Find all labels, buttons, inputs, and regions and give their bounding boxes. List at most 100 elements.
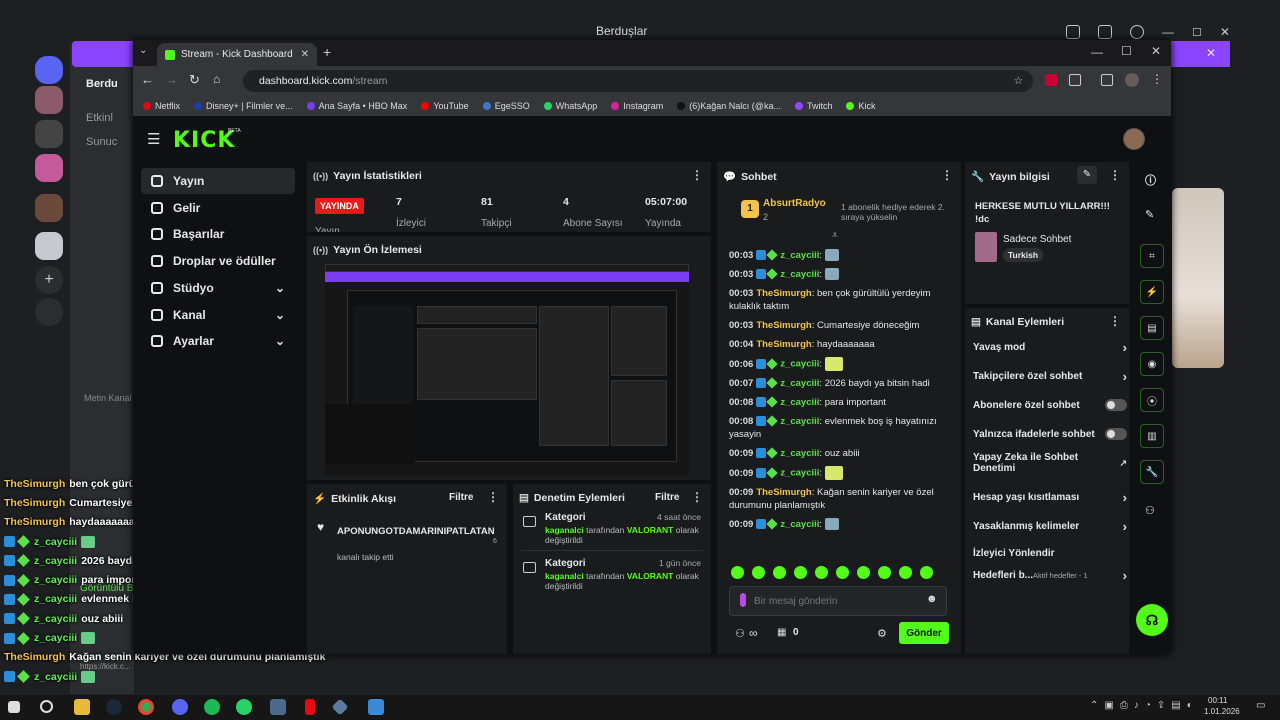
chat-message-input[interactable] xyxy=(754,591,924,611)
mod-filter-button[interactable]: Filtre xyxy=(655,492,679,503)
windows-start-icon[interactable] xyxy=(8,701,20,713)
chat-message[interactable]: 00:03 z_cayciii: xyxy=(729,265,953,284)
server-folder-icon[interactable] xyxy=(35,232,63,260)
bookmark-item[interactable]: Instagram xyxy=(611,101,663,111)
whatsapp-icon[interactable] xyxy=(236,699,252,715)
app-icon[interactable] xyxy=(331,698,349,716)
quick-emote-icon[interactable] xyxy=(815,566,828,579)
taskbar-date[interactable]: 1.01.2026 xyxy=(1204,707,1240,716)
server-folder-icon[interactable] xyxy=(35,154,63,182)
edit-pencil-icon[interactable]: ✎ xyxy=(1145,208,1154,221)
notification-icon[interactable]: ▭ xyxy=(1256,700,1265,711)
home-icon[interactable]: ⌂ xyxy=(213,72,220,86)
chat-username[interactable]: z_cayciii xyxy=(780,468,819,479)
channel-action-item[interactable]: Yasaklanmış kelimeler › xyxy=(973,517,1127,535)
info-icon[interactable]: ⓘ xyxy=(1145,172,1156,188)
bookmark-item[interactable]: Ana Sayfa • HBO Max xyxy=(306,101,407,111)
close-icon[interactable]: ✕ xyxy=(1206,46,1216,60)
bookmark-item[interactable]: Netflix xyxy=(143,101,180,111)
file-explorer-icon[interactable] xyxy=(74,699,90,715)
server-icon[interactable] xyxy=(35,86,63,114)
minimize-icon[interactable]: — xyxy=(1091,45,1103,59)
chat-username[interactable]: z_cayciii xyxy=(780,416,819,427)
channel-action-item[interactable]: Takipçilere özel sohbet › xyxy=(973,367,1127,385)
support-headset-icon[interactable]: ☊ xyxy=(1136,604,1168,636)
new-tab-icon[interactable]: + xyxy=(323,44,331,60)
app-icon[interactable] xyxy=(270,699,286,715)
mod-item-user[interactable]: kaganalci xyxy=(545,525,584,535)
channel-action-item[interactable]: Yalnızca ifadelerle sohbet xyxy=(973,425,1127,443)
chat-message[interactable]: 00:03 TheSimurgh: Cumartesiye döneceğim xyxy=(729,316,953,335)
channel-item[interactable]: Sunuc xyxy=(86,136,117,148)
mod-item-user[interactable]: kaganalci xyxy=(545,571,584,581)
more-options-icon[interactable]: ⋮ xyxy=(1109,314,1121,328)
channel-action-item[interactable]: Hesap yaşı kısıtlaması › xyxy=(973,488,1127,506)
bookmark-item[interactable]: WhatsApp xyxy=(543,101,597,111)
quick-emote-icon[interactable] xyxy=(752,566,765,579)
bookmark-item[interactable]: (6)Kağan Nalcı (@ka... xyxy=(677,101,781,111)
discord-home-icon[interactable] xyxy=(35,56,63,84)
browser-tab[interactable]: Stream - Kick Dashboard ✕ xyxy=(157,43,317,66)
channel-item[interactable]: Etkinl xyxy=(86,112,113,124)
discord-icon[interactable] xyxy=(172,699,188,715)
back-icon[interactable]: ← xyxy=(141,72,154,87)
chat-message[interactable]: 00:09 TheSimurgh: Kağan senin kariyer ve … xyxy=(729,483,953,515)
nav-item-5[interactable]: Kanal ⌄ xyxy=(141,302,295,328)
maximize-icon[interactable]: ☐ xyxy=(1121,44,1132,58)
signal-icon[interactable]: ⦿ xyxy=(1140,388,1164,412)
nav-item-2[interactable]: Başarılar xyxy=(141,221,295,247)
nav-item-4[interactable]: Stüdyo ⌄ xyxy=(141,275,295,301)
chat-message[interactable]: 00:08 z_cayciii: para important xyxy=(729,393,953,412)
channel-action-item[interactable]: Yapay Zeka ile Sohbet Denetimi ↗ xyxy=(973,452,1127,474)
quick-emote-icon[interactable] xyxy=(920,566,933,579)
bolt-icon[interactable]: ⚡ xyxy=(1140,280,1164,304)
nav-item-6[interactable]: Ayarlar ⌄ xyxy=(141,328,295,354)
menu-kebab-icon[interactable]: ⋮ xyxy=(1151,72,1163,86)
bookmark-item[interactable]: EgeSSO xyxy=(482,101,530,111)
profile-avatar[interactable] xyxy=(1125,73,1139,87)
minimize-icon[interactable]: — xyxy=(1162,25,1174,39)
server-folder-icon[interactable] xyxy=(35,194,63,222)
chat-username[interactable]: TheSimurgh xyxy=(756,487,811,498)
close-tab-icon[interactable]: ✕ xyxy=(301,49,309,60)
more-options-icon[interactable]: ⋮ xyxy=(487,490,499,504)
chrome-icon[interactable] xyxy=(138,699,154,715)
chat-message[interactable]: 00:03 TheSimurgh: ben çok gürültülü yerde… xyxy=(729,284,953,316)
search-icon[interactable] xyxy=(40,700,53,713)
wrench-icon[interactable]: 🔧 xyxy=(1140,460,1164,484)
users-icon[interactable]: ⚇ xyxy=(1145,504,1155,517)
language-tag[interactable]: Turkish xyxy=(1003,248,1044,262)
emoji-icon[interactable]: ☻ xyxy=(926,593,938,605)
mod-item-game[interactable]: VALORANT xyxy=(627,571,674,581)
user-avatar[interactable] xyxy=(1123,128,1145,150)
chat-message[interactable]: 00:04 TheSimurgh: haydaaaaaaa xyxy=(729,335,953,354)
maximize-icon[interactable]: ☐ xyxy=(1192,26,1202,39)
quick-emote-icon[interactable] xyxy=(731,566,744,579)
send-button[interactable]: Gönder xyxy=(899,622,949,644)
chat-message[interactable]: 00:09 z_cayciii: ouz abiii xyxy=(729,444,953,463)
quick-emote-icon[interactable] xyxy=(857,566,870,579)
kick-logo[interactable]: KICK xyxy=(173,128,235,153)
chat-username[interactable]: z_cayciii xyxy=(780,359,819,370)
chat-username[interactable]: TheSimurgh xyxy=(756,339,811,350)
bookmark-item[interactable]: YouTube xyxy=(421,101,469,111)
taskbar-time[interactable]: 00:11 xyxy=(1208,696,1227,705)
system-tray-icons[interactable]: ⌃▣⎙♪◔⇪▤◐ xyxy=(1090,700,1199,711)
quick-emote-icon[interactable] xyxy=(773,566,786,579)
chat-username[interactable]: z_cayciii xyxy=(780,378,819,389)
layout-icon[interactable]: ▥ xyxy=(1140,424,1164,448)
activity-filter-button[interactable]: Filtre xyxy=(449,492,473,503)
chat-bubble-icon[interactable]: ◉ xyxy=(1140,352,1164,376)
quick-emote-icon[interactable] xyxy=(878,566,891,579)
chat-message[interactable]: 00:03 z_cayciii: xyxy=(729,246,953,265)
chat-message[interactable]: 00:07 z_cayciii: 2026 baydı ya bitsin had… xyxy=(729,374,953,393)
chat-collapse-icon[interactable]: ⩡ xyxy=(832,230,838,241)
chat-mode[interactable]: ∞ xyxy=(749,626,758,640)
chat-username[interactable]: z_cayciii xyxy=(780,519,819,530)
chat-message[interactable]: 00:09 z_cayciii: xyxy=(729,515,953,534)
reload-icon[interactable]: ↻ xyxy=(189,72,200,88)
users-icon[interactable]: ⚇ xyxy=(735,627,745,640)
microphone-icon[interactable] xyxy=(740,593,746,607)
more-options-icon[interactable]: ⋮ xyxy=(691,490,703,504)
chat-message[interactable]: 00:06 z_cayciii: xyxy=(729,354,953,374)
